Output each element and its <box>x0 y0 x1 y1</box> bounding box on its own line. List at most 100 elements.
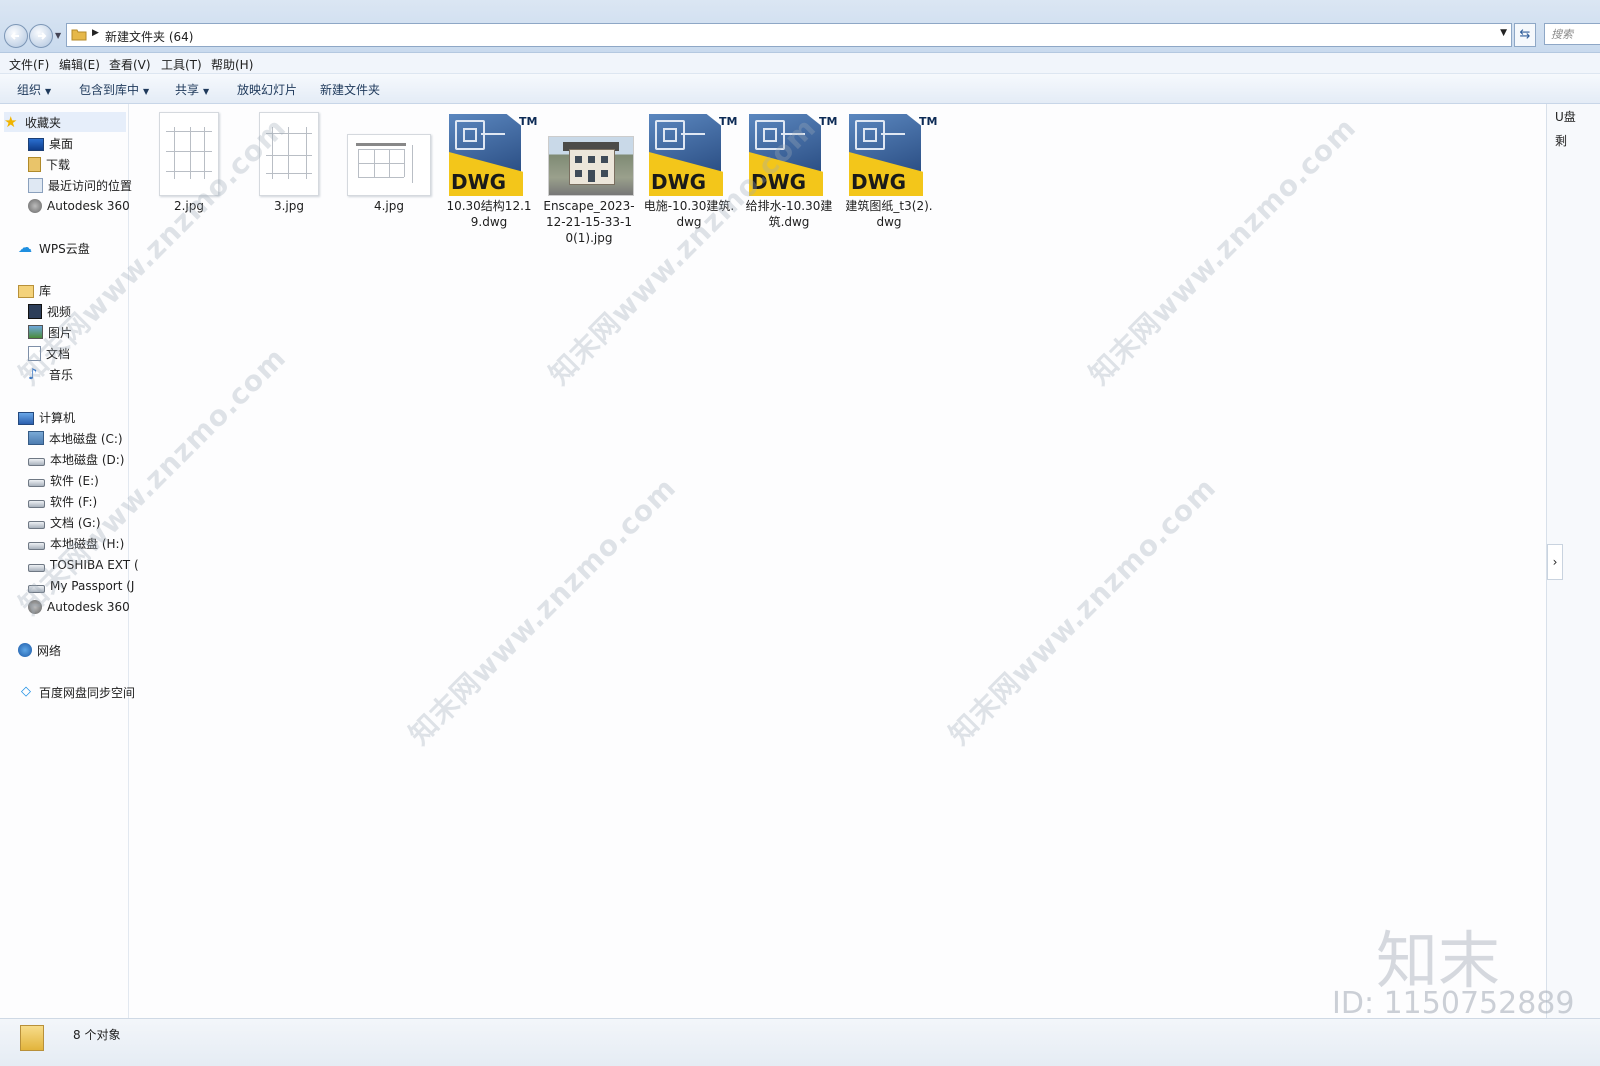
sidebar-item-drive-c[interactable]: 本地磁盘 (C:) <box>28 428 123 448</box>
folder-icon <box>20 1025 44 1051</box>
sidebar-item-music[interactable]: ♪ 音乐 <box>28 364 73 384</box>
sidebar-library[interactable]: 库 <box>18 280 51 300</box>
panel-expand-button[interactable]: › <box>1547 544 1563 580</box>
sidebar-label: 桌面 <box>49 136 74 151</box>
sidebar-item-drive-f[interactable]: 软件 (F:) <box>28 491 97 511</box>
menu-file[interactable]: 文件(F) <box>9 56 49 73</box>
sidebar-item-my-passport[interactable]: My Passport (J <box>28 576 134 596</box>
file-item[interactable]: DWG TM 建筑图纸_t3(2).dwg <box>843 110 938 230</box>
item-count: 8 个对象 <box>73 1028 121 1042</box>
floor-plan-thumbnail <box>259 112 319 196</box>
file-item[interactable]: DWG TM 10.30结构12.19.dwg <box>443 110 538 230</box>
forward-button[interactable] <box>29 24 53 48</box>
details-side-panel: U盘 剩 › <box>1546 104 1600 1018</box>
file-item[interactable]: DWG TM 电施-10.30建筑.dwg <box>643 110 738 230</box>
sidebar-label: Autodesk 360 <box>47 600 130 614</box>
sidebar-label: 库 <box>39 283 52 298</box>
file-item[interactable]: 4.jpg <box>343 110 435 214</box>
dwg-trademark: TM <box>719 115 738 128</box>
floor-plan-thumbnail <box>159 112 219 196</box>
star-icon: ★ <box>4 113 18 131</box>
file-item[interactable]: Enscape_2023-12-21-15-33-10(1).jpg <box>543 110 635 246</box>
menu-help[interactable]: 帮助(H) <box>211 56 253 73</box>
menu-bar: 文件(F) 编辑(E) 查看(V) 工具(T) 帮助(H) <box>0 53 1600 74</box>
menu-edit[interactable]: 编辑(E) <box>59 56 100 73</box>
elevation-thumbnail <box>347 134 431 196</box>
file-name: 电施-10.30建筑.dwg <box>643 199 735 229</box>
sidebar-item-drive-g[interactable]: 文档 (G:) <box>28 512 101 532</box>
sidebar-item-drive-h[interactable]: 本地磁盘 (H:) <box>28 533 124 553</box>
sidebar-label: 软件 (E:) <box>50 473 99 488</box>
sidebar-item-recent[interactable]: 最近访问的位置 <box>28 175 132 195</box>
slideshow-button[interactable]: 放映幻灯片 <box>237 81 297 98</box>
sidebar-label: 计算机 <box>39 410 76 425</box>
refresh-button[interactable]: ⇆ <box>1514 23 1536 47</box>
new-folder-button[interactable]: 新建文件夹 <box>320 81 380 98</box>
file-thumbnail: DWG TM <box>443 110 538 196</box>
file-name: 2.jpg <box>173 199 205 213</box>
usb-drive-label: U盘 <box>1555 110 1576 124</box>
sidebar-item-desktop[interactable]: 桌面 <box>28 133 73 153</box>
sidebar-favorites[interactable]: ★ 收藏夹 <box>4 112 126 132</box>
include-in-library-button[interactable]: 包含到库中 ▼ <box>79 81 149 98</box>
search-input[interactable]: 搜索 <box>1544 23 1600 45</box>
hard-drive-icon <box>28 479 45 487</box>
sidebar-label: 本地磁盘 (C:) <box>49 431 123 446</box>
back-button[interactable] <box>4 24 28 48</box>
sidebar-label: 本地磁盘 (D:) <box>50 452 125 467</box>
sidebar-item-downloads[interactable]: 下载 <box>28 154 70 174</box>
refresh-icon: ⇆ <box>1519 27 1531 42</box>
baidu-netdisk-icon: ◇ <box>21 684 31 699</box>
organize-button[interactable]: 组织 ▼ <box>17 81 51 98</box>
sidebar-item-toshiba[interactable]: TOSHIBA EXT ( <box>28 555 139 575</box>
status-bar: 8 个对象 <box>0 1018 1600 1066</box>
dwg-badge-text: DWG <box>851 170 907 194</box>
sidebar-label: 软件 (F:) <box>50 494 98 509</box>
sidebar-label: 本地磁盘 (H:) <box>50 536 125 551</box>
menu-tools[interactable]: 工具(T) <box>161 56 202 73</box>
breadcrumb-current-folder[interactable]: 新建文件夹 (64) <box>105 28 193 45</box>
house-render-thumbnail <box>548 136 634 196</box>
sidebar-item-autodesk360[interactable]: Autodesk 360 <box>28 597 130 617</box>
address-input[interactable]: ▶ 新建文件夹 (64) ▼ <box>66 23 1512 47</box>
chevron-down-icon: ▼ <box>143 87 150 96</box>
sidebar-label: WPS云盘 <box>39 241 90 256</box>
sidebar-label: 文档 <box>46 346 71 361</box>
sidebar-item-drive-e[interactable]: 软件 (E:) <box>28 470 99 490</box>
sidebar-baidu-sync[interactable]: ◇ 百度网盘同步空间 <box>18 682 135 702</box>
chevron-down-icon: ▼ <box>203 87 210 96</box>
file-name: 给排水-10.30建筑.dwg <box>745 199 833 229</box>
sidebar-item-documents[interactable]: 文档 <box>28 343 70 363</box>
downloads-icon <box>28 156 41 172</box>
sidebar-item-videos[interactable]: 视频 <box>28 301 71 321</box>
address-dropdown-icon[interactable]: ▼ <box>1500 28 1507 38</box>
dwg-trademark: TM <box>919 115 938 128</box>
cloud-icon: ☁ <box>18 240 32 256</box>
file-name: 建筑图纸_t3(2).dwg <box>845 199 933 229</box>
sidebar-item-autodesk360-fav[interactable]: Autodesk 360 <box>28 196 130 216</box>
sidebar-network[interactable]: 网络 <box>18 640 61 660</box>
file-item[interactable]: 3.jpg <box>243 110 335 214</box>
sidebar-item-wps-cloud[interactable]: ☁ WPS云盘 <box>18 238 90 258</box>
dwg-trademark: TM <box>519 115 538 128</box>
sidebar-label: Autodesk 360 <box>47 199 130 213</box>
watermark-id: ID: 1150752889 <box>1332 986 1575 1021</box>
file-item[interactable]: 2.jpg <box>143 110 235 214</box>
back-arrow-icon <box>10 32 19 40</box>
share-label: 共享 <box>175 83 200 97</box>
hard-drive-icon <box>28 542 45 550</box>
breadcrumb-chevron-icon[interactable]: ▶ <box>92 28 99 38</box>
sidebar-computer[interactable]: 计算机 <box>18 407 75 427</box>
share-button[interactable]: 共享 ▼ <box>175 81 209 98</box>
menu-view[interactable]: 查看(V) <box>109 56 151 73</box>
recent-pages-dropdown-icon[interactable]: ▼ <box>55 31 61 40</box>
include-in-library-label: 包含到库中 <box>79 83 140 97</box>
file-thumbnail: DWG TM <box>843 110 938 196</box>
file-item[interactable]: DWG TM 给排水-10.30建筑.dwg <box>743 110 837 230</box>
sidebar-label: TOSHIBA EXT ( <box>50 558 139 572</box>
sidebar-item-drive-d[interactable]: 本地磁盘 (D:) <box>28 449 124 469</box>
sidebar-label: 视频 <box>47 304 72 319</box>
navigation-pane: ★ 收藏夹 桌面 下载 最近访问的位置 Autodesk 360 ☁ WPS云盘 库… <box>0 104 139 1018</box>
sidebar-item-pictures[interactable]: 图片 <box>28 322 72 342</box>
system-drive-icon <box>28 431 44 445</box>
